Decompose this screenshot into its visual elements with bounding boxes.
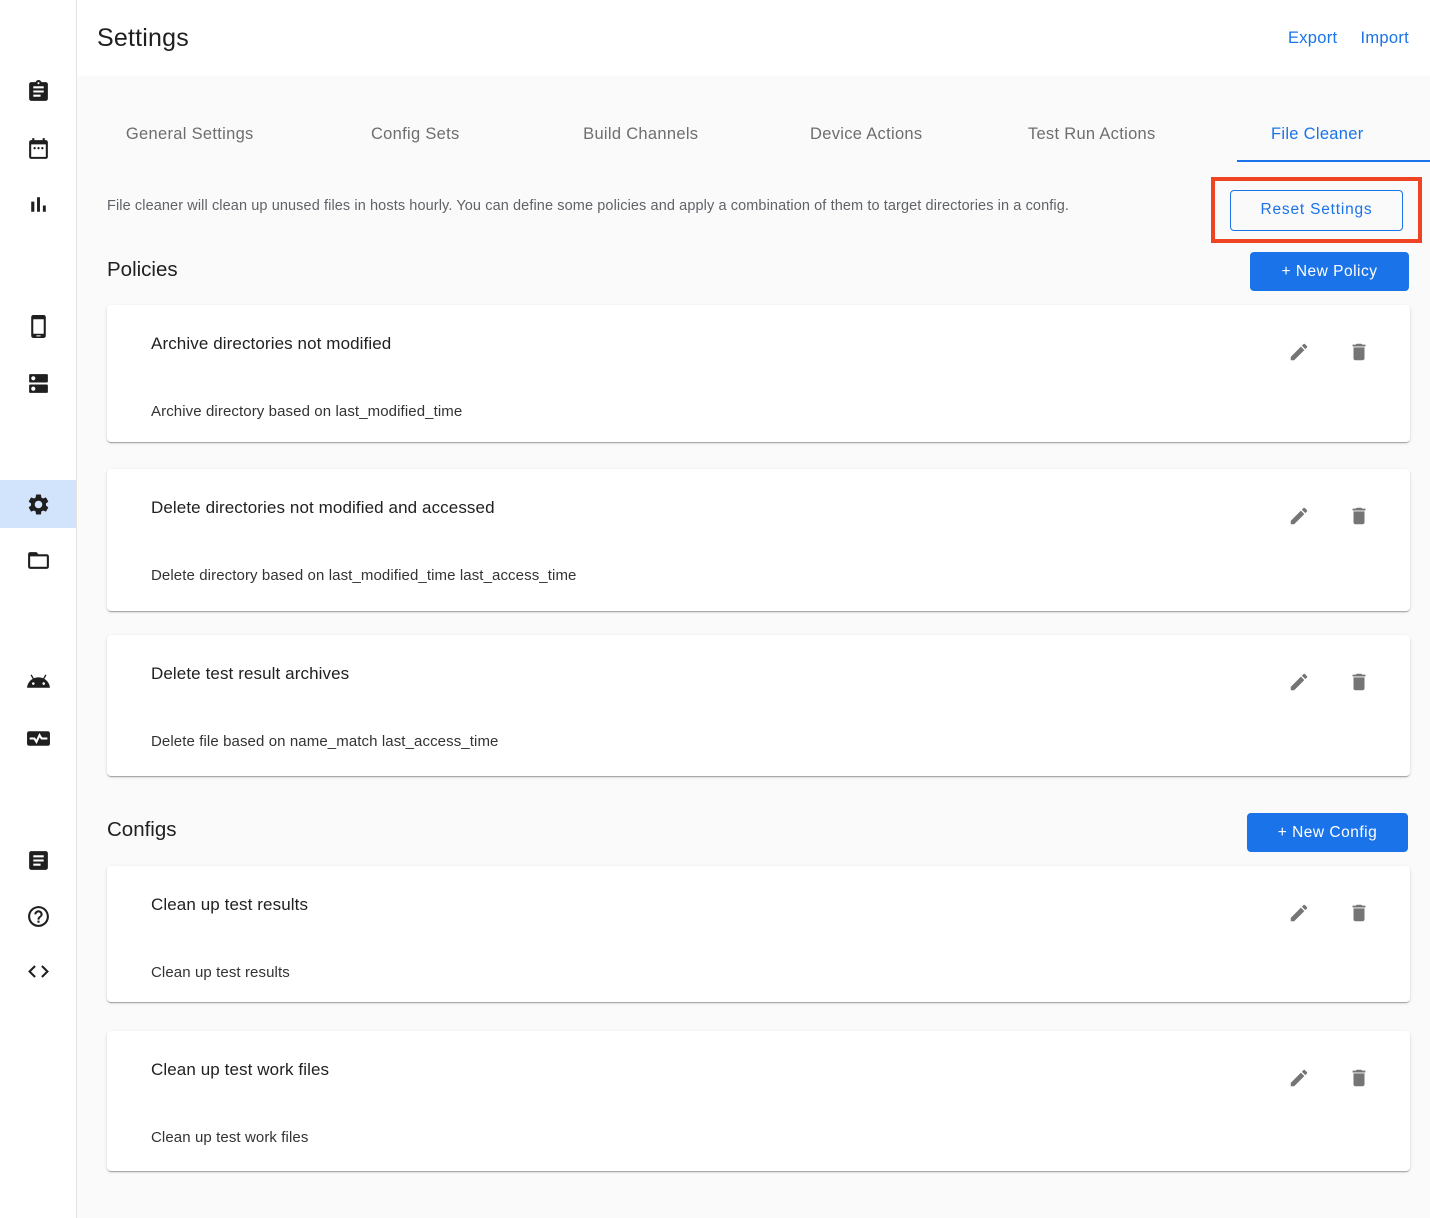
pencil-icon xyxy=(1288,341,1310,363)
card-actions xyxy=(1288,902,1370,924)
config-subtitle: Clean up test work files xyxy=(151,1129,308,1146)
delete-config-button[interactable] xyxy=(1348,1067,1370,1089)
red-annotation-box: Reset Settings xyxy=(1211,177,1422,243)
calendar-icon xyxy=(26,136,51,161)
sidebar-item-dns[interactable] xyxy=(0,359,76,407)
card-actions xyxy=(1288,341,1370,363)
sidebar-item-bar-chart[interactable] xyxy=(0,180,76,228)
policy-card: Archive directories not modified Archive… xyxy=(107,305,1410,442)
delete-policy-button[interactable] xyxy=(1348,505,1370,527)
edit-policy-button[interactable] xyxy=(1288,505,1310,527)
trash-icon xyxy=(1348,505,1370,527)
active-tab-ink-bar xyxy=(1237,160,1430,162)
edit-policy-button[interactable] xyxy=(1288,341,1310,363)
config-card: Clean up test results Clean up test resu… xyxy=(107,866,1410,1002)
config-title: Clean up test results xyxy=(151,895,308,915)
settings-content: General Settings Config Sets Build Chann… xyxy=(77,76,1430,1218)
edit-config-button[interactable] xyxy=(1288,1067,1310,1089)
delete-policy-button[interactable] xyxy=(1348,341,1370,363)
policy-subtitle: Delete directory based on last_modified_… xyxy=(151,567,576,584)
config-title: Clean up test work files xyxy=(151,1060,329,1080)
import-link[interactable]: Import xyxy=(1360,29,1409,48)
tab-build-channels[interactable]: Build Channels xyxy=(528,110,754,158)
page-header: Settings Export Import xyxy=(77,0,1430,76)
file-cleaner-description: File cleaner will clean up unused files … xyxy=(107,196,1107,216)
tab-device-actions[interactable]: Device Actions xyxy=(754,110,980,158)
android-icon xyxy=(26,669,51,694)
edit-config-button[interactable] xyxy=(1288,902,1310,924)
sidebar xyxy=(0,0,77,1218)
delete-config-button[interactable] xyxy=(1348,902,1370,924)
dns-icon xyxy=(26,371,51,396)
tab-file-cleaner[interactable]: File Cleaner xyxy=(1205,110,1430,158)
sidebar-item-article[interactable] xyxy=(0,836,76,884)
tab-general-settings[interactable]: General Settings xyxy=(77,110,303,158)
policy-subtitle: Delete file based on name_match last_acc… xyxy=(151,733,499,750)
sidebar-item-settings[interactable] xyxy=(0,480,76,528)
folder-icon xyxy=(26,548,51,573)
pencil-icon xyxy=(1288,902,1310,924)
settings-tabbar: General Settings Config Sets Build Chann… xyxy=(77,110,1430,158)
code-icon xyxy=(26,959,51,984)
trash-icon xyxy=(1348,341,1370,363)
sidebar-item-smartphone[interactable] xyxy=(0,302,76,350)
sidebar-item-android[interactable] xyxy=(0,657,76,705)
policy-title: Delete directories not modified and acce… xyxy=(151,498,495,518)
card-actions xyxy=(1288,505,1370,527)
sidebar-item-code[interactable] xyxy=(0,947,76,995)
trash-icon xyxy=(1348,1067,1370,1089)
export-link[interactable]: Export xyxy=(1288,29,1338,48)
policy-subtitle: Archive directory based on last_modified… xyxy=(151,403,462,420)
monitor-icon xyxy=(26,726,51,751)
config-card: Clean up test work files Clean up test w… xyxy=(107,1031,1410,1171)
pencil-icon xyxy=(1288,671,1310,693)
smartphone-icon xyxy=(26,314,51,339)
policies-section-title: Policies xyxy=(107,258,178,282)
policy-title: Delete test result archives xyxy=(151,664,349,684)
new-policy-button[interactable]: + New Policy xyxy=(1250,252,1409,291)
policy-title: Archive directories not modified xyxy=(151,334,391,354)
card-actions xyxy=(1288,1067,1370,1089)
tab-config-sets[interactable]: Config Sets xyxy=(303,110,529,158)
policy-card: Delete test result archives Delete file … xyxy=(107,635,1410,776)
edit-policy-button[interactable] xyxy=(1288,671,1310,693)
reset-settings-button[interactable]: Reset Settings xyxy=(1230,190,1403,231)
help-icon xyxy=(26,904,51,929)
pencil-icon xyxy=(1288,1067,1310,1089)
pencil-icon xyxy=(1288,505,1310,527)
trash-icon xyxy=(1348,671,1370,693)
sidebar-item-folder[interactable] xyxy=(0,536,76,584)
tab-test-run-actions[interactable]: Test Run Actions xyxy=(979,110,1205,158)
configs-section-title: Configs xyxy=(107,818,177,842)
sidebar-item-monitor[interactable] xyxy=(0,714,76,762)
card-actions xyxy=(1288,671,1370,693)
delete-policy-button[interactable] xyxy=(1348,671,1370,693)
new-config-button[interactable]: + New Config xyxy=(1247,813,1408,852)
sidebar-item-help[interactable] xyxy=(0,892,76,940)
policy-card: Delete directories not modified and acce… xyxy=(107,469,1410,611)
gear-icon xyxy=(26,492,51,517)
assignment-icon xyxy=(26,79,51,104)
config-subtitle: Clean up test results xyxy=(151,964,290,981)
trash-icon xyxy=(1348,902,1370,924)
header-links: Export Import xyxy=(1288,29,1409,48)
article-icon xyxy=(26,848,51,873)
sidebar-item-calendar[interactable] xyxy=(0,124,76,172)
page-title: Settings xyxy=(97,24,189,53)
sidebar-item-assignment[interactable] xyxy=(0,67,76,115)
bar-chart-icon xyxy=(26,192,51,217)
